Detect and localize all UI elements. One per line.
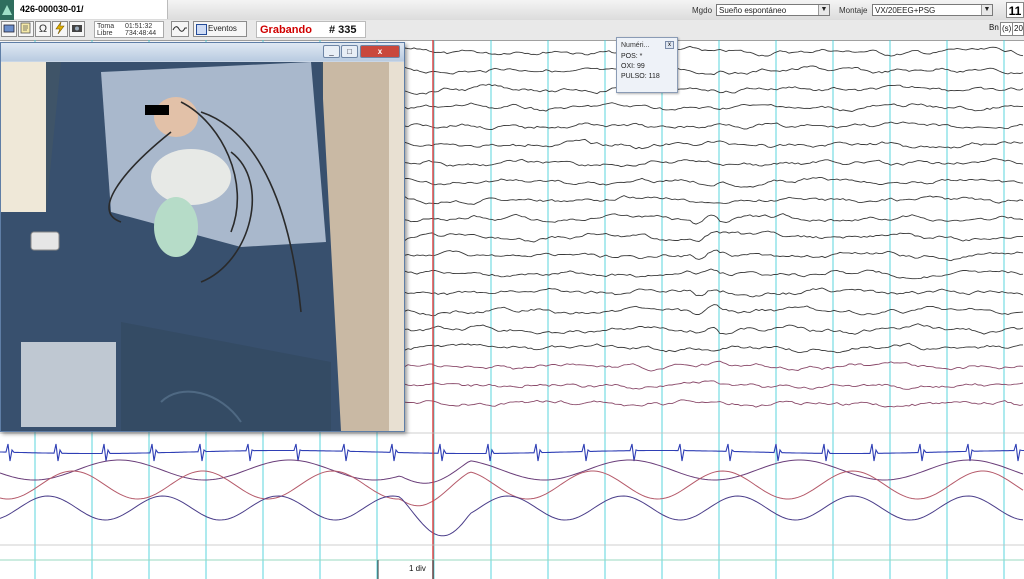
video-window[interactable]: _ □ x [0, 42, 405, 432]
bn-label: Bn [989, 23, 999, 32]
recording-status: Grabando # 335 [256, 21, 366, 38]
waveform-icon [172, 26, 187, 32]
camera-button[interactable] [69, 21, 85, 37]
montage-select-value: VX/20EEG+PSG [875, 6, 936, 15]
respiratory-waveform [0, 459, 1024, 484]
eventos-label: Eventos [208, 24, 237, 33]
top-bar: 426-000030-01/ Mgdo Sueño espontáneo ▼ M… [0, 0, 1024, 21]
frame-edge [389, 62, 404, 431]
libre-label: Libre [97, 30, 113, 37]
study-id-box: 426-000030-01/ [14, 0, 168, 19]
waveform-button[interactable] [171, 21, 189, 37]
patient-video-feed [1, 62, 404, 431]
toma-label: Toma [97, 23, 115, 30]
time-display: Toma 01:51:32 Libre 734:48:44 [94, 21, 164, 38]
baby-body [151, 149, 231, 205]
montage-label: Montaje [839, 6, 868, 15]
impedance-button[interactable]: Ω [35, 21, 51, 37]
scale-div-label: 1 div [409, 564, 426, 573]
ecg-waveform [0, 443, 1024, 462]
privacy-bar [145, 105, 169, 115]
toma-value: 01:51:32 [125, 23, 153, 30]
libre-value: 734:48:44 [125, 30, 157, 37]
omega-icon: Ω [38, 23, 48, 35]
plastic-bag [21, 342, 116, 427]
lightning-icon [55, 21, 65, 35]
chevron-down-icon[interactable]: ▼ [818, 5, 829, 15]
maximize-button[interactable]: □ [341, 45, 358, 58]
mode-select-value: Sueño espontáneo [719, 6, 787, 15]
mode-label: Mgdo [692, 6, 713, 15]
record-tool-icon [3, 24, 15, 33]
mode-select[interactable]: Sueño espontáneo ▼ [716, 4, 830, 16]
baby-head [154, 97, 198, 137]
record-tool-button[interactable] [1, 21, 17, 37]
close-button[interactable]: x [360, 45, 400, 58]
notes-button[interactable] [18, 21, 34, 37]
toolbar: Ω Toma 01:51:32 Libre 734:48:44 Eventos … [0, 20, 1024, 41]
baby-legs [154, 197, 198, 257]
respiratory-waveform [0, 495, 1024, 537]
pos-value: POS: * [621, 53, 643, 60]
events-icon [196, 24, 207, 35]
oxi-value: OXI: 99 [621, 63, 645, 70]
notes-icon [20, 22, 31, 34]
app-logo [0, 0, 14, 20]
pulso-value: PULSO: 118 [621, 73, 660, 80]
phone-device [30, 231, 60, 251]
respiratory-traces [0, 459, 1024, 537]
chevron-down-icon[interactable]: ▼ [981, 5, 992, 15]
seconds-input[interactable]: 20 [1012, 22, 1024, 36]
numeric-values-panel[interactable]: Numéri... x POS: * OXI: 99 PULSO: 118 [616, 37, 678, 93]
camera-icon [72, 25, 82, 32]
page-number[interactable]: 11 [1006, 2, 1024, 18]
video-window-titlebar[interactable]: _ □ x [1, 43, 404, 61]
recording-number: # 335 [329, 24, 357, 36]
eventos-button[interactable]: Eventos [193, 21, 247, 37]
montage-select[interactable]: VX/20EEG+PSG ▼ [872, 4, 993, 16]
ecg-trace [0, 443, 1024, 462]
study-id: 426-000030-01/ [20, 4, 84, 14]
close-icon[interactable]: x [665, 41, 674, 49]
minimize-button[interactable]: _ [323, 45, 340, 58]
photic-button[interactable] [52, 21, 68, 37]
numeric-panel-title: Numéri... [621, 42, 650, 49]
recording-label: Grabando [260, 24, 312, 36]
